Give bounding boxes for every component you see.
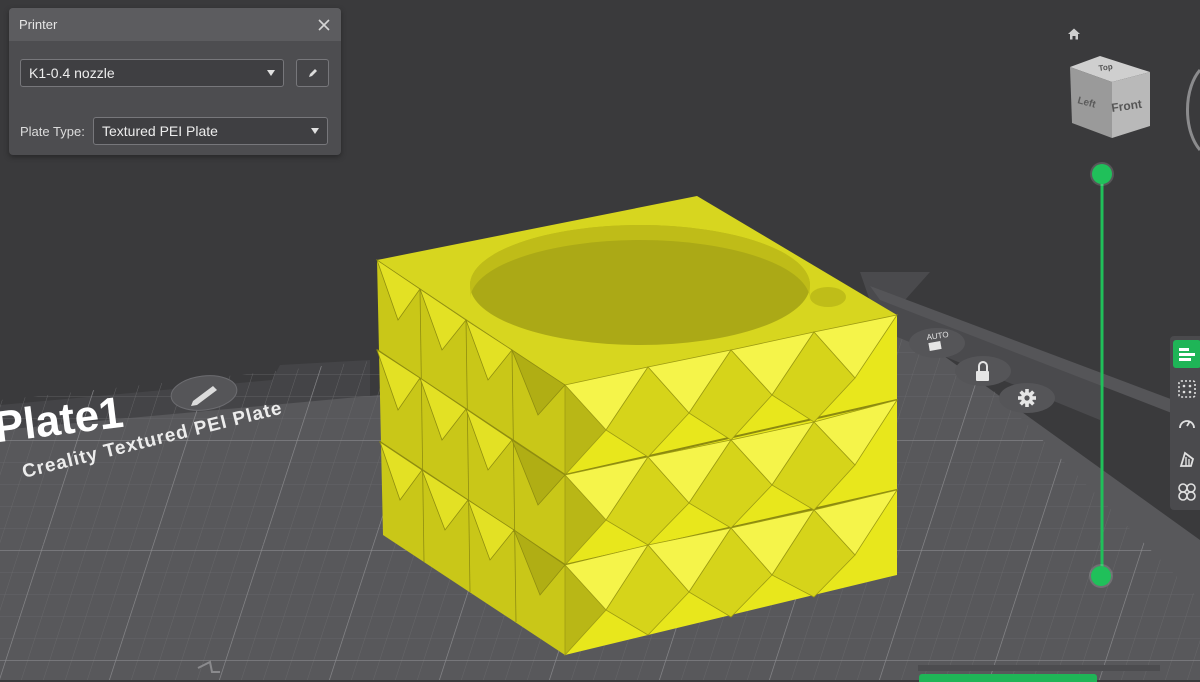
lock-button[interactable] (955, 356, 1011, 386)
view-cube[interactable]: Top Left Front (1070, 56, 1150, 138)
pencil-icon (308, 69, 317, 77)
plate-settings-button[interactable] (999, 383, 1055, 413)
plate-type-label: Plate Type: (20, 123, 85, 139)
home-icon[interactable] (1066, 26, 1082, 42)
slice-button-partial[interactable] (919, 674, 1097, 682)
right-toolbar (1170, 336, 1200, 510)
printer-panel: Printer K1-0.4 nozzle Plate Type: Textur… (9, 8, 341, 155)
layers-view-button[interactable] (1173, 340, 1200, 368)
layer-slider-top-handle[interactable] (1092, 164, 1112, 184)
support-view-button[interactable] (1173, 445, 1200, 473)
pattern-view-button[interactable] (1173, 478, 1200, 506)
grid-icon (1178, 380, 1196, 398)
navigation-gizmo[interactable] (1186, 69, 1200, 151)
layer-slider-bottom-handle[interactable] (1091, 566, 1111, 586)
plate-type-select[interactable]: Textured PEI Plate (93, 117, 328, 145)
support-icon (1179, 451, 1195, 467)
plate-type-value: Textured PEI Plate (102, 123, 218, 139)
speed-view-button[interactable] (1173, 410, 1200, 438)
pattern-icon (1178, 483, 1196, 501)
printer-select-value: K1-0.4 nozzle (29, 65, 115, 81)
close-icon[interactable] (317, 18, 331, 32)
edit-printer-button[interactable] (296, 59, 329, 87)
chevron-down-icon (311, 128, 319, 134)
grid-view-button[interactable] (1173, 375, 1200, 403)
speed-icon (1179, 420, 1195, 429)
gear-icon (1018, 389, 1036, 407)
printer-select[interactable]: K1-0.4 nozzle (20, 59, 284, 87)
chevron-down-icon (267, 70, 275, 76)
printer-panel-header: Printer (9, 8, 341, 41)
layers-icon (1179, 348, 1195, 361)
printer-panel-title: Printer (19, 17, 58, 32)
auto-orient-button[interactable]: AUTO (909, 328, 965, 358)
